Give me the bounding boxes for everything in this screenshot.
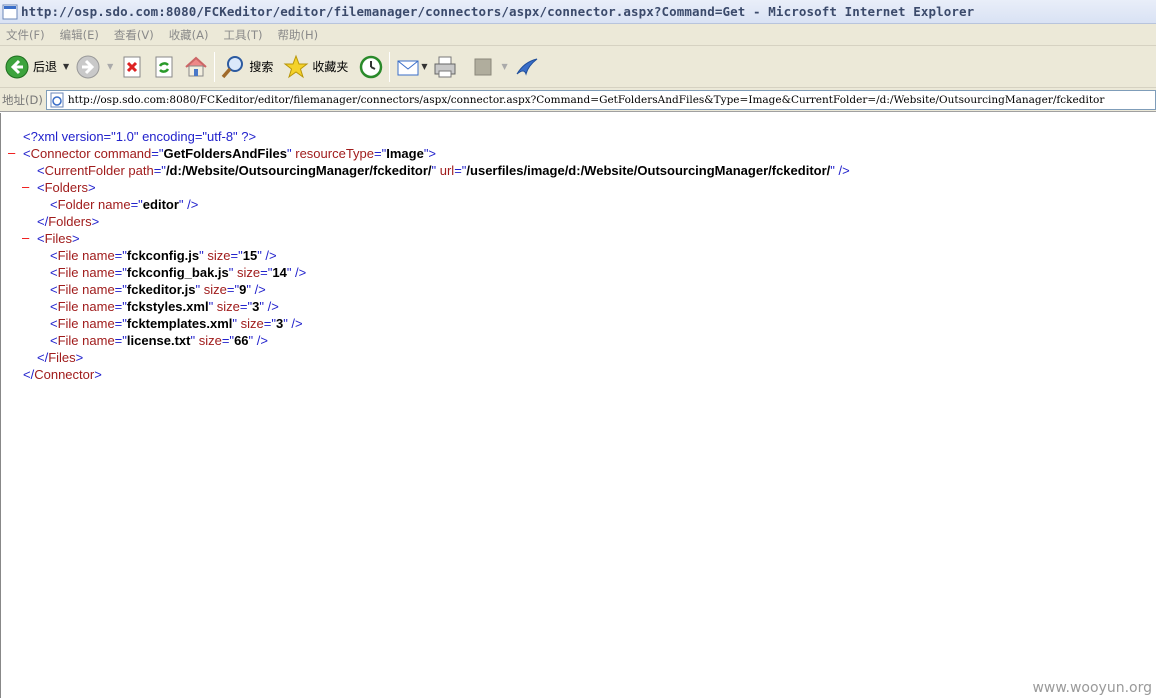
- files-close-tag: </Files>: [37, 350, 84, 365]
- toolbar: 后退 ▼ ▼ 搜索 收藏夹 ▼ ▼: [0, 46, 1156, 88]
- toolbar-separator: [389, 51, 391, 82]
- refresh-icon: [155, 56, 173, 77]
- back-arrow-icon: [5, 55, 29, 78]
- menu-view[interactable]: 查看(V): [114, 27, 154, 43]
- search-icon: [222, 55, 244, 78]
- messenger-icon: [516, 58, 537, 76]
- home-icon: [185, 56, 207, 76]
- favorites-label: 收藏夹: [312, 60, 349, 74]
- window-title: http://osp.sdo.com:8080/FCKeditor/editor…: [21, 4, 975, 19]
- connector-close-tag: </Connector>: [23, 367, 102, 382]
- address-url: http://osp.sdo.com:8080/FCKeditor/editor…: [67, 93, 1105, 106]
- title-bar: http://osp.sdo.com:8080/FCKeditor/editor…: [0, 0, 1156, 24]
- refresh-button[interactable]: [151, 51, 177, 83]
- watermark: www.wooyun.org: [1032, 680, 1152, 696]
- menu-edit[interactable]: 编辑(E): [60, 27, 99, 43]
- edit-page-icon: [474, 58, 492, 75]
- menu-bar: 文件(F) 编辑(E) 查看(V) 收藏(A) 工具(T) 帮助(H): [0, 24, 1156, 46]
- print-button[interactable]: [432, 51, 458, 83]
- xml-declaration: <?xml version="1.0" encoding="utf-8" ?>: [23, 129, 257, 144]
- messenger-button[interactable]: [514, 51, 540, 83]
- history-icon: [360, 55, 383, 78]
- ie-page-icon: [2, 4, 18, 19]
- search-label: 搜索: [249, 60, 274, 74]
- favorites-button[interactable]: 收藏夹: [283, 51, 348, 83]
- files-open-tag: <Files>: [37, 231, 80, 246]
- file-tag: <File name="fcktemplates.xml" size="3" /…: [50, 316, 303, 331]
- folder-tag: <Folder name="editor" />: [50, 197, 199, 212]
- stop-button[interactable]: [119, 51, 145, 83]
- edit-button[interactable]: [470, 51, 496, 83]
- collapse-files-toggle[interactable]: –: [22, 230, 29, 245]
- ie-page-icon: [50, 92, 64, 107]
- mail-dropdown-icon[interactable]: ▼: [421, 62, 427, 71]
- folders-close-tag: </Folders>: [37, 214, 100, 229]
- forward-dropdown-icon[interactable]: ▼: [107, 62, 113, 71]
- file-tag: <File name="license.txt" size="66" />: [50, 333, 268, 348]
- xml-document: <?xml version="1.0" encoding="utf-8" ?> …: [0, 113, 1156, 698]
- toolbar-separator: [214, 51, 216, 82]
- collapse-connector-toggle[interactable]: –: [8, 145, 15, 160]
- menu-favorites[interactable]: 收藏(A): [169, 27, 209, 43]
- edit-dropdown-icon[interactable]: ▼: [502, 62, 508, 71]
- stop-icon: [123, 56, 141, 77]
- back-button[interactable]: 后退: [4, 51, 57, 83]
- collapse-folders-toggle[interactable]: –: [22, 179, 29, 194]
- back-label: 后退: [33, 60, 58, 74]
- home-button[interactable]: [183, 51, 209, 83]
- back-dropdown-icon[interactable]: ▼: [63, 62, 69, 71]
- forward-arrow-icon: [76, 55, 100, 78]
- file-tag: <File name="fckeditor.js" size="9" />: [50, 282, 266, 297]
- menu-help[interactable]: 帮助(H): [278, 27, 319, 43]
- current-folder-tag: <CurrentFolder path="/d:/Website/Outsour…: [37, 163, 850, 178]
- file-tag: <File name="fckstyles.xml" size="3" />: [50, 299, 279, 314]
- connector-open-tag: <Connector command="GetFoldersAndFiles" …: [23, 146, 437, 161]
- printer-icon: [434, 56, 456, 77]
- menu-file[interactable]: 文件(F): [6, 27, 45, 43]
- folders-open-tag: <Folders>: [37, 180, 96, 195]
- file-tag: <File name="fckconfig_bak.js" size="14" …: [50, 265, 307, 280]
- mail-button[interactable]: [395, 51, 421, 83]
- address-bar: 地址(D) http://osp.sdo.com:8080/FCKeditor/…: [0, 88, 1156, 112]
- star-icon: [283, 54, 309, 78]
- history-button[interactable]: [358, 51, 384, 83]
- mail-icon: [397, 60, 419, 75]
- menu-tools[interactable]: 工具(T): [224, 27, 263, 43]
- address-input[interactable]: http://osp.sdo.com:8080/FCKeditor/editor…: [45, 89, 1156, 110]
- search-button[interactable]: 搜索: [220, 51, 273, 83]
- address-label: 地址(D): [2, 92, 43, 107]
- file-tag: <File name="fckconfig.js" size="15" />: [50, 248, 277, 263]
- forward-button[interactable]: [75, 51, 101, 83]
